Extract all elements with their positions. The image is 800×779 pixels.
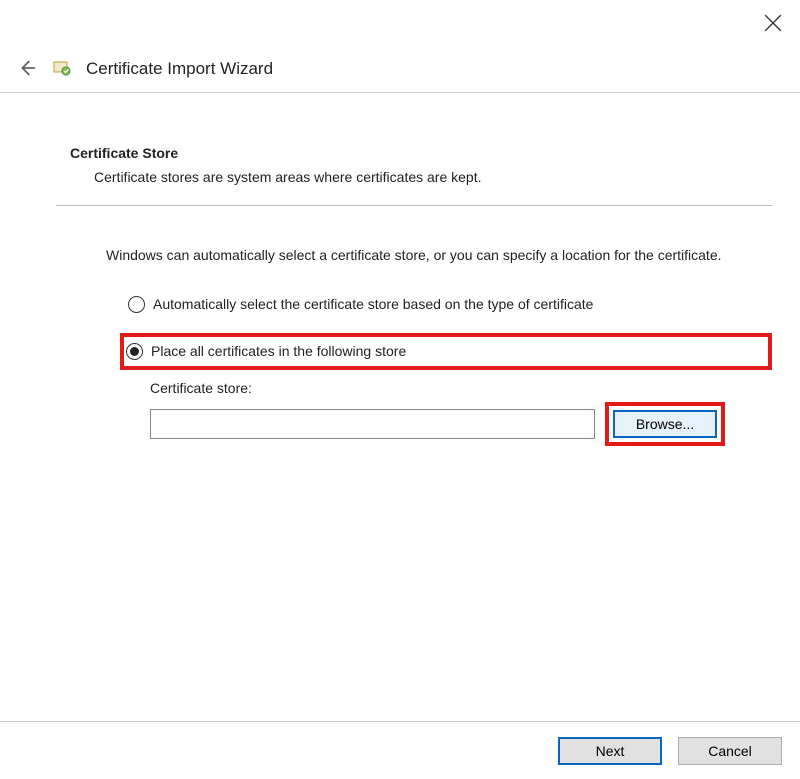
section-heading: Certificate Store (70, 145, 772, 161)
certificate-store-label: Certificate store: (150, 380, 772, 396)
next-button[interactable]: Next (558, 737, 662, 765)
certificate-store-row: Browse... (150, 402, 772, 446)
intro-text: Windows can automatically select a certi… (106, 246, 752, 266)
section-divider (56, 205, 772, 206)
wizard-footer: Next Cancel (0, 721, 800, 779)
radio-option-manual[interactable]: Place all certificates in the following … (120, 333, 772, 370)
wizard-header: Certificate Import Wizard (0, 48, 800, 93)
radio-icon (128, 296, 145, 313)
radio-option-auto[interactable]: Automatically select the certificate sto… (126, 294, 772, 315)
close-button[interactable] (764, 14, 782, 32)
radio-label-auto: Automatically select the certificate sto… (153, 296, 593, 312)
back-arrow-icon (16, 57, 38, 82)
wizard-title: Certificate Import Wizard (86, 59, 273, 79)
certificate-store-block: Certificate store: Browse... (150, 380, 772, 446)
wizard-content: Certificate Store Certificate stores are… (0, 93, 800, 446)
certificate-store-radio-group: Automatically select the certificate sto… (126, 294, 772, 370)
certificate-store-input[interactable] (150, 409, 595, 439)
cancel-button[interactable]: Cancel (678, 737, 782, 765)
browse-highlight: Browse... (605, 402, 725, 446)
certificate-wizard-icon (52, 59, 72, 79)
section-description: Certificate stores are system areas wher… (94, 169, 772, 185)
titlebar (0, 0, 800, 44)
radio-icon (126, 343, 143, 360)
radio-label-manual: Place all certificates in the following … (151, 343, 406, 359)
browse-button[interactable]: Browse... (613, 410, 717, 438)
back-button[interactable] (16, 58, 38, 80)
close-icon (764, 19, 782, 35)
